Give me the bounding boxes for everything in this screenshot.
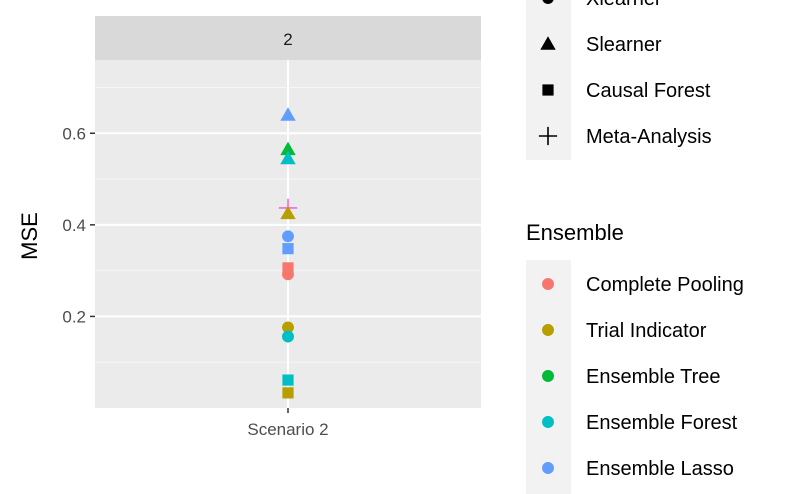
legend-color-key (542, 370, 554, 382)
legend-color: Complete Pooling Trial Indicator Ensemble … (526, 260, 744, 494)
facet-strip-label: 2 (283, 30, 292, 49)
data-point (282, 330, 294, 343)
legend-color-label: Ensemble Forest (586, 412, 738, 434)
legend-shape-label: Meta-Analysis (586, 126, 712, 148)
x-tick-label: Scenario 2 (247, 420, 328, 439)
y-tick-label: 0.6 (62, 124, 86, 143)
legend-color-key (542, 462, 554, 474)
legend-shape-label: Xlearner (586, 0, 662, 10)
data-point (282, 387, 294, 399)
legend-color-label: Ensemble Tree (586, 366, 721, 388)
legend-color-title: Ensemble (526, 220, 624, 245)
legend-color-key (542, 324, 554, 336)
y-tick-label: 0.2 (62, 307, 86, 326)
legend-shape: Xlearner Slearner Causal Forest Meta-Analys… (526, 0, 712, 160)
data-point (282, 374, 294, 386)
legend-shape-label: Causal Forest (586, 80, 711, 102)
legend-color-key (542, 416, 554, 428)
legend-shape-key (542, 84, 554, 96)
y-axis-title: MSE (17, 212, 42, 260)
data-point (282, 230, 294, 243)
y-axis: 0.2 0.4 0.6 (62, 124, 95, 326)
legend-color-label: Ensemble Lasso (586, 458, 734, 480)
y-tick-label: 0.4 (62, 216, 86, 235)
legend-color-key (542, 278, 554, 290)
chart: 2 0.2 0.4 0.6 Scenario 2 MSE Xlearner Slear… (17, 0, 744, 494)
x-axis: Scenario 2 (247, 408, 329, 439)
legend-shape-label: Slearner (586, 34, 662, 56)
data-point (282, 268, 294, 281)
legend-color-label: Trial Indicator (586, 320, 707, 342)
legend-color-label: Complete Pooling (586, 274, 744, 296)
data-point (282, 243, 294, 255)
